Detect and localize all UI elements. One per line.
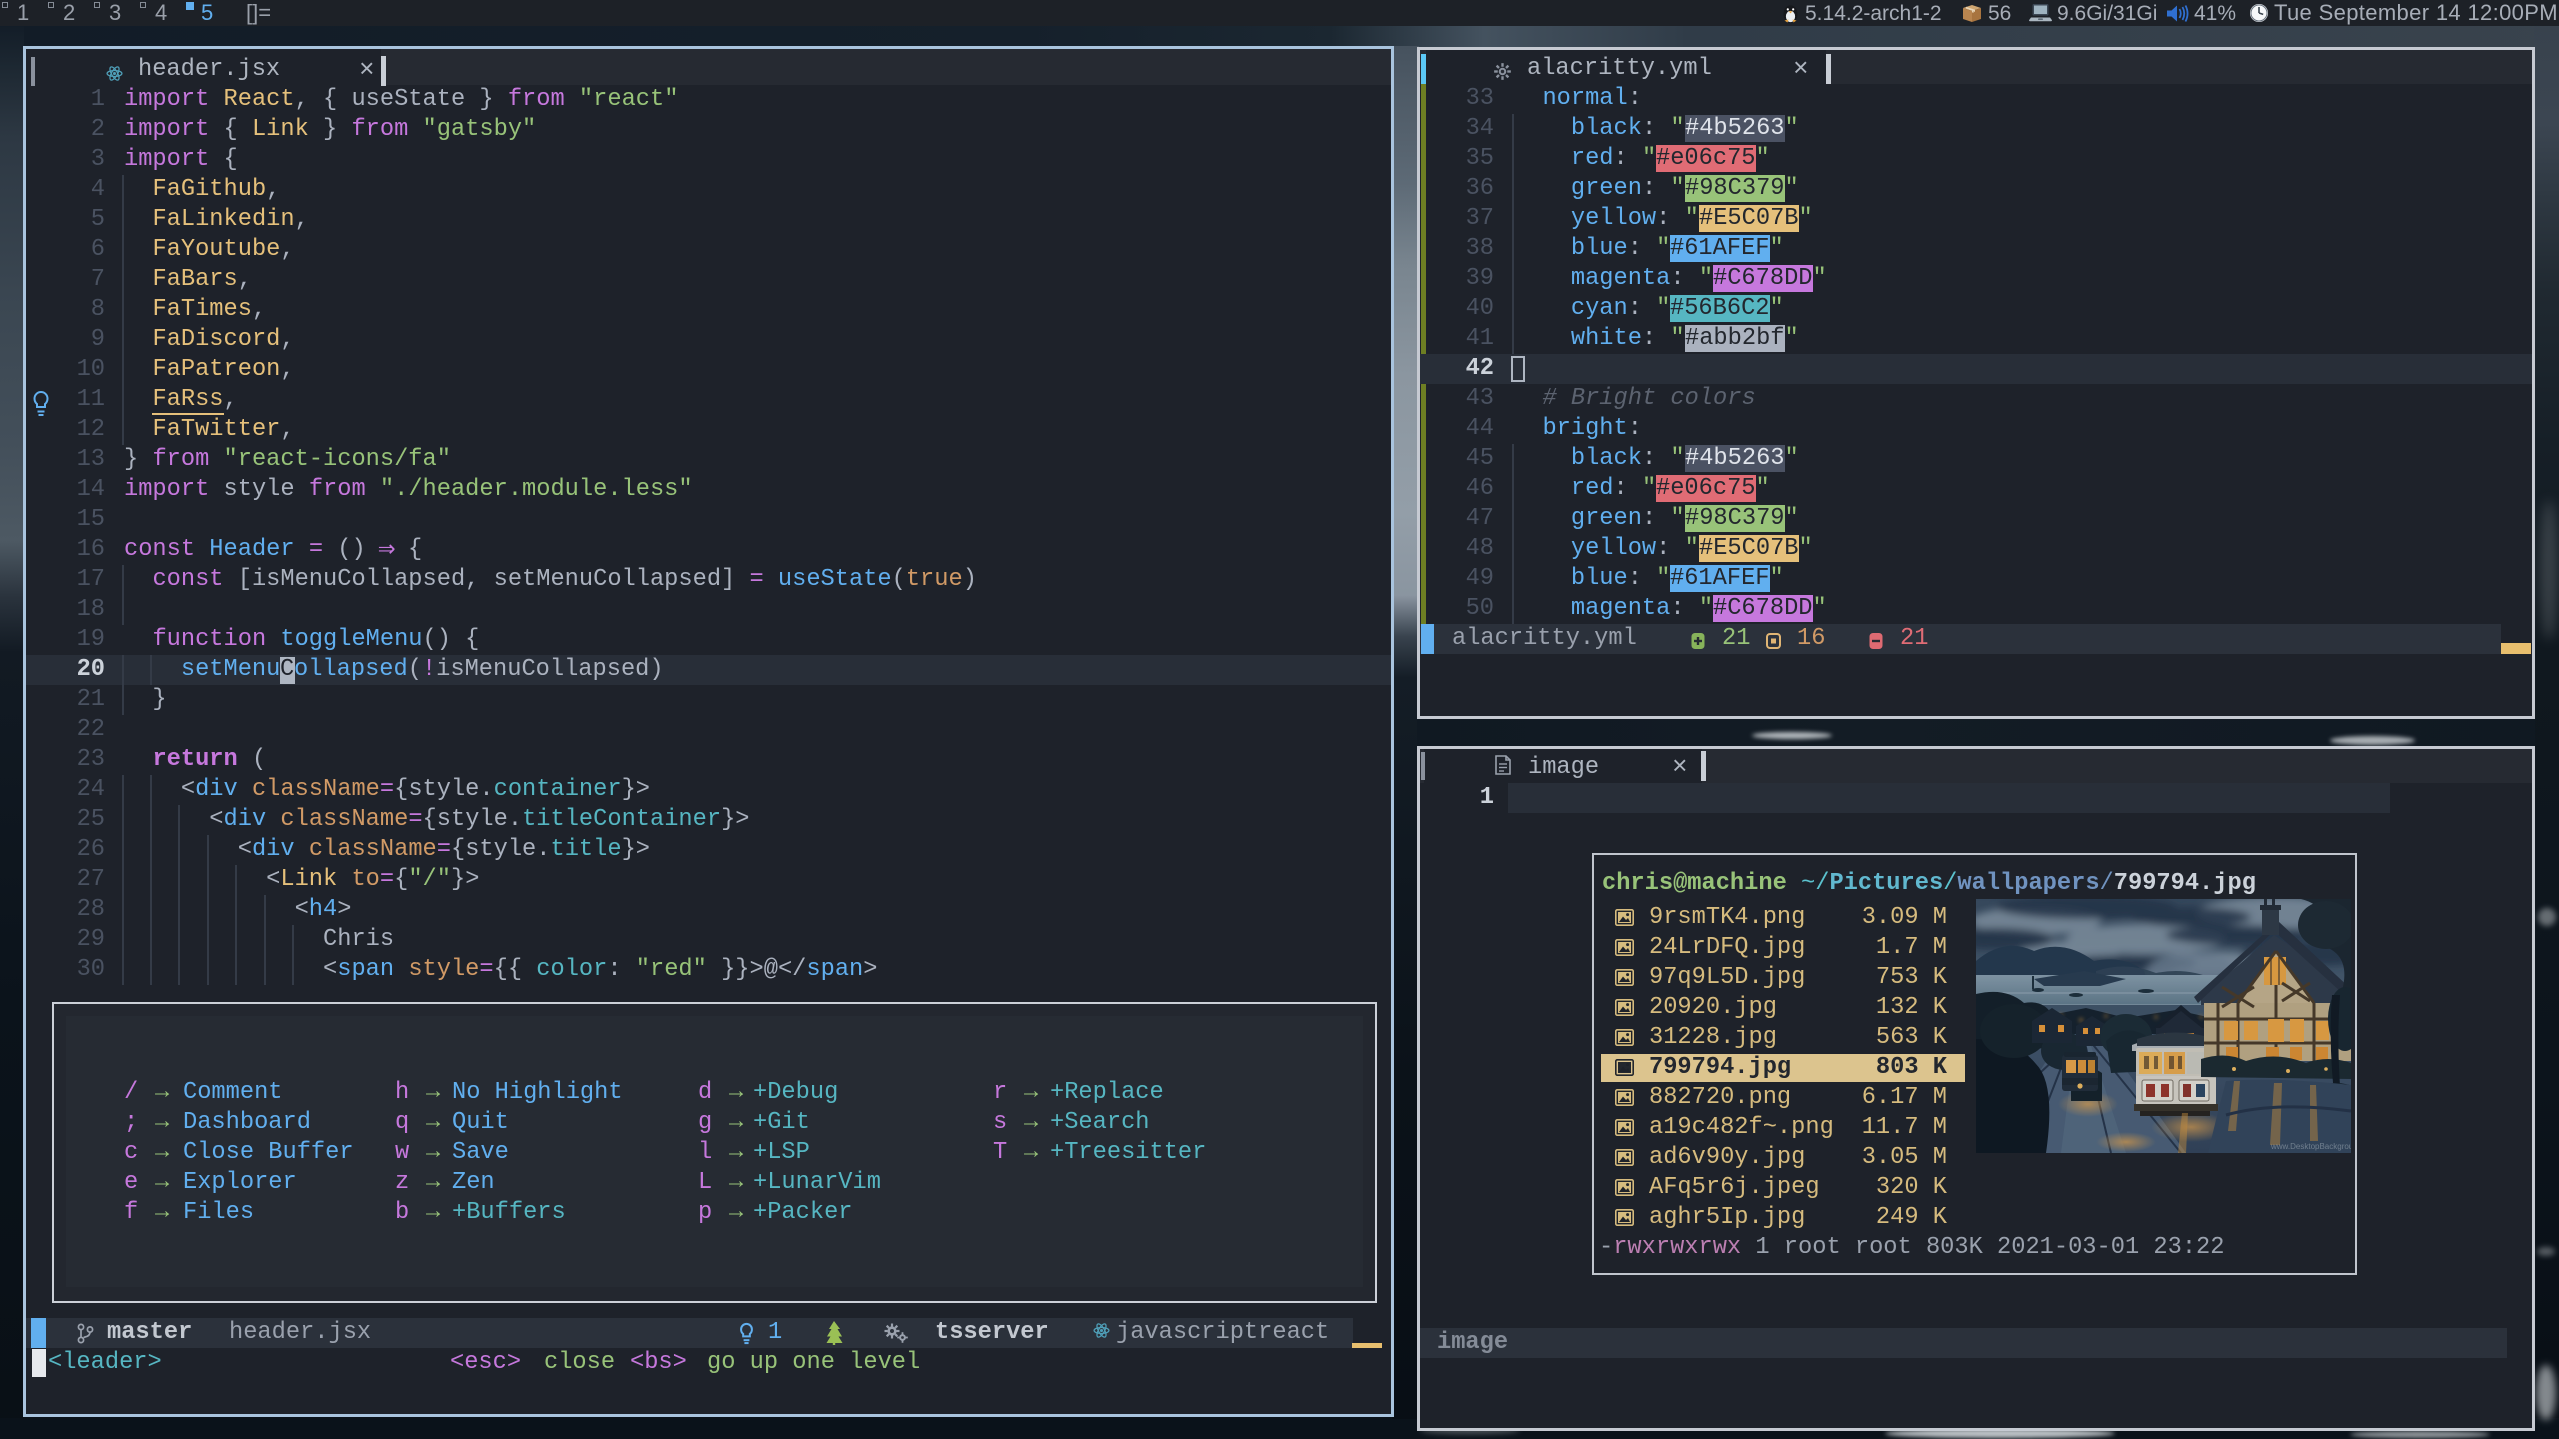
- svg-text:www.DesktopBackground.org: www.DesktopBackground.org: [2270, 1142, 2351, 1151]
